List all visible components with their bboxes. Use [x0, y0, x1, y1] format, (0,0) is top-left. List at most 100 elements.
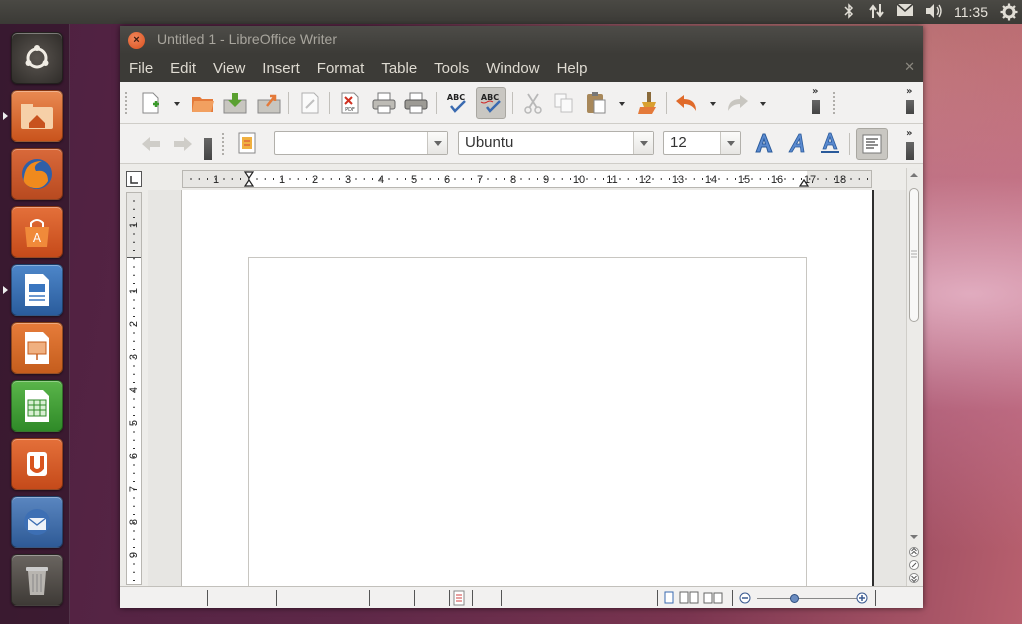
title-bar[interactable]: × Untitled 1 - LibreOffice Writer	[120, 26, 923, 54]
underline-button[interactable]	[818, 131, 842, 155]
save-button[interactable]	[222, 90, 248, 116]
toolbar-overflow-handle[interactable]	[906, 100, 914, 114]
menu-window[interactable]: Window	[486, 60, 539, 77]
menu-table[interactable]: Table	[381, 60, 417, 77]
toolbar-separator	[849, 133, 850, 155]
software-center-launcher[interactable]: A	[11, 206, 63, 258]
cut-button[interactable]	[520, 90, 546, 116]
impress-launcher[interactable]	[11, 322, 63, 374]
spelling-button[interactable]: ABC	[444, 90, 470, 116]
zoom-slider-handle[interactable]	[790, 594, 799, 603]
redo-button[interactable]	[725, 90, 751, 116]
vertical-ruler[interactable]: 1 1 2 3 4 5 6 7 8 9	[126, 192, 142, 585]
zoom-slider-track[interactable]	[757, 598, 857, 599]
italic-button[interactable]	[786, 131, 810, 155]
clock[interactable]: 11:35	[952, 4, 990, 20]
page-navigation-icons[interactable]	[908, 546, 920, 584]
writer-document-icon	[25, 274, 49, 306]
scroll-up-arrow-icon[interactable]	[908, 170, 920, 180]
menu-edit[interactable]: Edit	[170, 60, 196, 77]
bluetooth-icon[interactable]	[840, 3, 858, 21]
volume-icon[interactable]	[924, 3, 942, 21]
font-name-value: Ubuntu	[465, 134, 514, 151]
ruler-number: 15	[738, 174, 750, 186]
paragraph-style-combo[interactable]	[274, 131, 448, 155]
scroll-down-arrow-icon[interactable]	[908, 532, 920, 542]
auto-spellcheck-toggle[interactable]: ABC	[476, 87, 506, 119]
toolbar-overflow-chevron[interactable]: »	[906, 128, 912, 139]
new-dropdown-arrow[interactable]	[174, 102, 180, 106]
print-preview-button[interactable]	[403, 90, 429, 116]
writer-launcher[interactable]	[11, 264, 63, 316]
font-size-combo[interactable]: 12	[663, 131, 741, 155]
redo-icon	[728, 95, 748, 111]
thunderbird-launcher[interactable]	[11, 496, 63, 548]
toolbar-grip[interactable]	[221, 132, 225, 156]
menu-view[interactable]: View	[213, 60, 245, 77]
print-button[interactable]	[371, 90, 397, 116]
menu-insert[interactable]: Insert	[262, 60, 300, 77]
toolbar-overflow-handle[interactable]	[204, 138, 212, 160]
toolbar-overflow-handle[interactable]	[812, 100, 820, 114]
toolbar-grip[interactable]	[832, 91, 836, 115]
firefox-launcher[interactable]	[11, 148, 63, 200]
align-left-button[interactable]	[856, 128, 888, 160]
styles-formatting-button[interactable]	[234, 130, 260, 156]
files-launcher[interactable]	[11, 90, 63, 142]
paste-dropdown-arrow[interactable]	[619, 102, 625, 106]
open-folder-icon	[192, 97, 214, 112]
menu-tools[interactable]: Tools	[434, 60, 469, 77]
toolbar-overflow-chevron[interactable]: »	[812, 86, 818, 97]
bold-button[interactable]	[752, 131, 776, 155]
font-size-dropdown-button[interactable]	[720, 132, 740, 154]
paragraph-style-dropdown-button[interactable]	[427, 132, 447, 154]
redo-dropdown-arrow[interactable]	[760, 102, 766, 106]
new-document-button[interactable]	[138, 90, 164, 116]
tab-stop-selector[interactable]	[126, 171, 142, 187]
toolbar-grip[interactable]	[124, 91, 128, 115]
export-pdf-button[interactable]: PDF	[337, 90, 363, 116]
session-gear-icon[interactable]	[1000, 3, 1018, 21]
zoom-out-icon[interactable]	[739, 592, 751, 604]
menu-format[interactable]: Format	[317, 60, 365, 77]
document-close-icon[interactable]: ✕	[904, 59, 915, 75]
email-document-button[interactable]	[256, 90, 282, 116]
paste-button[interactable]	[583, 90, 609, 116]
toolbar-overflow-handle[interactable]	[906, 142, 914, 160]
single-page-view-icon[interactable]	[663, 591, 675, 605]
scrollbar-thumb[interactable]	[909, 188, 919, 322]
calc-launcher[interactable]	[11, 380, 63, 432]
undo-button[interactable]	[673, 90, 699, 116]
multi-page-view-icon[interactable]	[679, 591, 699, 605]
ruler-number: 5	[128, 420, 140, 426]
mail-icon[interactable]	[896, 3, 914, 21]
text-area-boundary[interactable]	[248, 257, 807, 586]
book-view-icon[interactable]	[703, 591, 723, 605]
font-name-dropdown-button[interactable]	[633, 132, 653, 154]
zoom-in-icon[interactable]	[856, 592, 868, 604]
document-modified-icon[interactable]	[452, 590, 466, 606]
back-button[interactable]	[138, 131, 164, 157]
open-button[interactable]	[190, 90, 216, 116]
clone-formatting-button[interactable]	[634, 90, 660, 116]
ruler-number: 7	[128, 486, 140, 492]
edit-file-button[interactable]	[297, 90, 323, 116]
window-close-button[interactable]: ×	[128, 32, 145, 49]
top-panel: 11:35	[0, 0, 1022, 24]
trash-launcher[interactable]	[11, 554, 63, 606]
menu-help[interactable]: Help	[557, 60, 588, 77]
network-icon[interactable]	[868, 3, 886, 21]
copy-button[interactable]	[551, 90, 577, 116]
horizontal-ruler[interactable]: 1 1 2 3 4 5 6 7 8 9 10 11 12 13 14 15 16…	[182, 170, 872, 188]
forward-button[interactable]	[170, 131, 196, 157]
arrow-left-icon	[142, 137, 160, 151]
ruler-number: 18	[834, 174, 846, 186]
undo-dropdown-arrow[interactable]	[710, 102, 716, 106]
vertical-scrollbar[interactable]	[906, 168, 920, 586]
menu-file[interactable]: File	[129, 60, 153, 77]
document-page[interactable]	[181, 190, 874, 586]
dash-home-button[interactable]	[11, 32, 63, 84]
ubuntu-one-launcher[interactable]	[11, 438, 63, 490]
font-name-combo[interactable]: Ubuntu	[458, 131, 654, 155]
toolbar-overflow-chevron[interactable]: »	[906, 86, 912, 97]
